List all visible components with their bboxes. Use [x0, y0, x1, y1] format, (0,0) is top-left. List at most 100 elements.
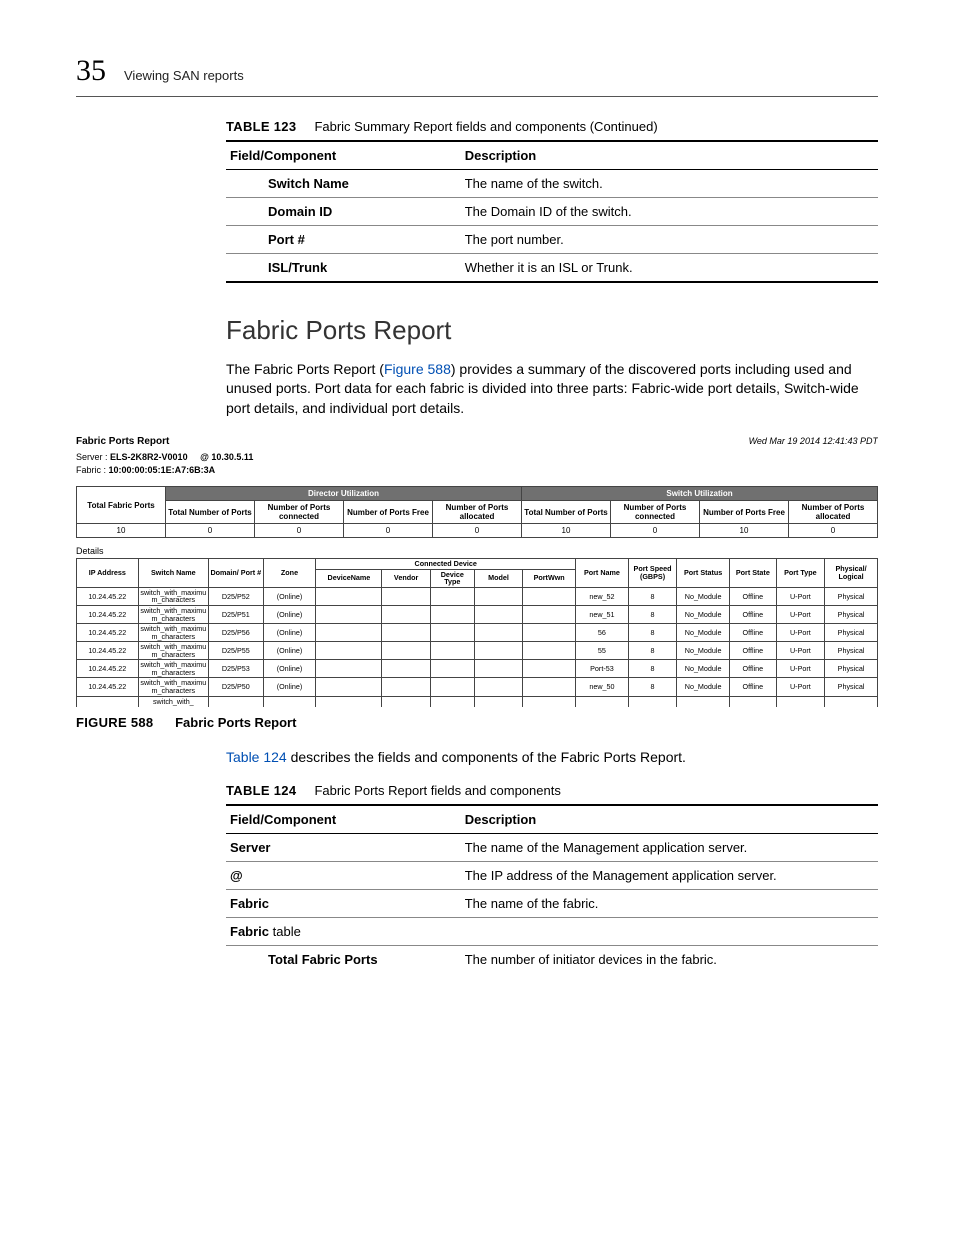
- page-number: 35: [76, 54, 106, 88]
- cell: [430, 587, 474, 605]
- cell: [430, 605, 474, 623]
- cell: switch_with_maximum_characters: [138, 660, 208, 678]
- cell: Physical: [825, 660, 878, 678]
- cell-field: Fabric: [226, 889, 461, 917]
- report-details-table: IP Address Switch Name Domain/ Port # Zo…: [76, 558, 878, 706]
- figure-link[interactable]: Figure 588: [384, 361, 451, 377]
- cell: [430, 678, 474, 696]
- cell: 8: [628, 605, 676, 623]
- cell: 8: [628, 587, 676, 605]
- cell: [474, 587, 522, 605]
- cell: [316, 624, 382, 642]
- cell: [430, 660, 474, 678]
- cell: new_51: [576, 605, 629, 623]
- table-link[interactable]: Table 124: [226, 749, 287, 765]
- hdr-s-npf: Number of Ports Free: [700, 501, 789, 524]
- cell: U-Port: [776, 678, 824, 696]
- cell-field: ISL/Trunk: [226, 254, 461, 283]
- cell: 8: [628, 660, 676, 678]
- cell: [474, 642, 522, 660]
- cell: [382, 678, 430, 696]
- dh-pn: Port Name: [576, 559, 629, 588]
- table-row: Total Fabric Ports The number of initiat…: [226, 945, 878, 973]
- table123: Field/Component Description Switch Name …: [226, 140, 878, 283]
- cell: [523, 624, 576, 642]
- report-date: Wed Mar 19 2014 12:41:43 PDT: [749, 436, 878, 446]
- cell-field: Server: [226, 833, 461, 861]
- dh-dn: DeviceName: [316, 569, 382, 587]
- cell: [474, 624, 522, 642]
- cell: switch_with_maximum_characters: [138, 642, 208, 660]
- table123-caption-text: Fabric Summary Report fields and compone…: [314, 119, 657, 134]
- cell: No_Module: [677, 642, 730, 660]
- cell: D25/P50: [209, 678, 264, 696]
- cell-desc: The name of the fabric.: [461, 889, 878, 917]
- cell: 8: [628, 642, 676, 660]
- figure-caption: FIGURE 588 Fabric Ports Report: [76, 715, 878, 730]
- cell: Physical: [825, 642, 878, 660]
- table123-col-a: Field/Component: [226, 141, 461, 170]
- cell: 10.24.45.22: [77, 678, 139, 696]
- c3: 0: [344, 524, 433, 538]
- table123-col-b: Description: [461, 141, 878, 170]
- dh-pw: PortWwn: [523, 569, 576, 587]
- dh-dt: Device Type: [430, 569, 474, 587]
- dh-ip: IP Address: [77, 559, 139, 588]
- cell-field: Port #: [226, 226, 461, 254]
- cell-desc: The IP address of the Management applica…: [461, 861, 878, 889]
- table-row: Server The name of the Management applic…: [226, 833, 878, 861]
- hdr-director: Director Utilization: [166, 487, 522, 501]
- dh-dp: Domain/ Port #: [209, 559, 264, 588]
- table-row: 10.24.45.22switch_with_maximum_character…: [77, 587, 878, 605]
- after-figure-text: Table 124 describes the fields and compo…: [226, 748, 878, 767]
- cell: [523, 678, 576, 696]
- dh-model: Model: [474, 569, 522, 587]
- c0: 10: [77, 524, 166, 538]
- table-row: 10.24.45.22switch_with_maximum_character…: [77, 678, 878, 696]
- cell: (Online): [263, 587, 316, 605]
- fabric-value: 10:00:00:05:1E:A7:6B:3A: [109, 465, 216, 475]
- cell: 10.24.45.22: [77, 587, 139, 605]
- dh-vendor: Vendor: [382, 569, 430, 587]
- table-row: Port # The port number.: [226, 226, 878, 254]
- cell: U-Port: [776, 587, 824, 605]
- cell: [316, 660, 382, 678]
- cell: new_50: [576, 678, 629, 696]
- table-row: Fabric The name of the fabric.: [226, 889, 878, 917]
- cell: No_Module: [677, 587, 730, 605]
- cell: U-Port: [776, 642, 824, 660]
- section-title: Fabric Ports Report: [226, 315, 878, 346]
- cell: Physical: [825, 678, 878, 696]
- cell: Physical: [825, 587, 878, 605]
- cell-desc: The port number.: [461, 226, 878, 254]
- cell: [430, 624, 474, 642]
- cell-field-text: Server: [230, 840, 270, 855]
- table124-caption: TABLE 124 Fabric Ports Report fields and…: [226, 783, 878, 798]
- table-row: Fabric table: [226, 917, 878, 945]
- cell: [382, 587, 430, 605]
- cell: [474, 678, 522, 696]
- cell: Offline: [730, 660, 777, 678]
- cell: 10.24.45.22: [77, 624, 139, 642]
- cell: U-Port: [776, 660, 824, 678]
- cell: 56: [576, 624, 629, 642]
- report-title: Fabric Ports Report: [76, 436, 169, 447]
- cell: 8: [628, 678, 676, 696]
- hdr-s-npc: Number of Ports connected: [611, 501, 700, 524]
- dh-pstate: Port State: [730, 559, 777, 588]
- body-a: The Fabric Ports Report (: [226, 361, 384, 377]
- cell: [523, 642, 576, 660]
- cell: [474, 660, 522, 678]
- table124-col-b: Description: [461, 805, 878, 834]
- cell: [523, 660, 576, 678]
- details-label: Details: [76, 546, 878, 556]
- cell: new_52: [576, 587, 629, 605]
- dh-cd: Connected Device: [316, 559, 576, 570]
- cell: Offline: [730, 642, 777, 660]
- dh-phys: Physical/ Logical: [825, 559, 878, 588]
- cell: [430, 642, 474, 660]
- cell: Offline: [730, 587, 777, 605]
- dh-pst: Port Status: [677, 559, 730, 588]
- c2: 0: [255, 524, 344, 538]
- table123-caption: TABLE 123 Fabric Summary Report fields a…: [226, 119, 878, 134]
